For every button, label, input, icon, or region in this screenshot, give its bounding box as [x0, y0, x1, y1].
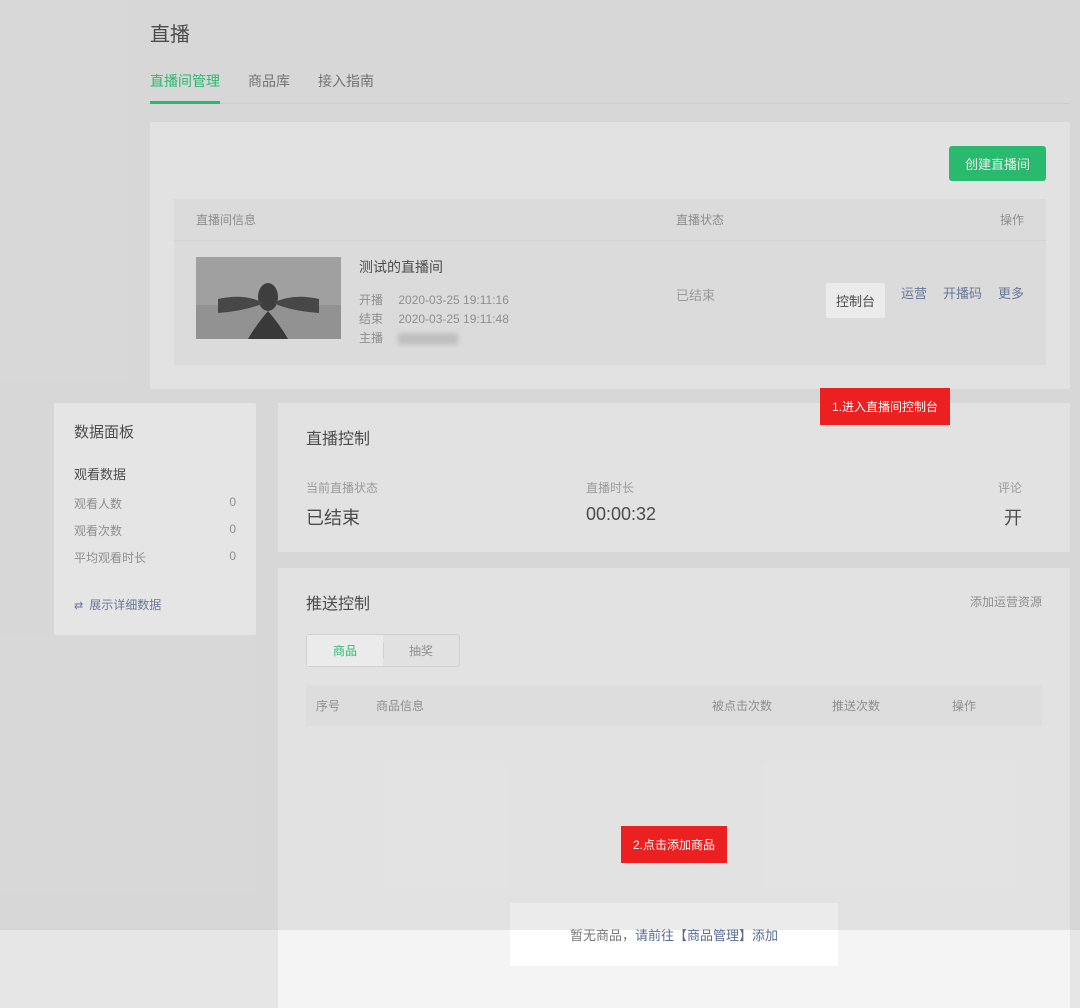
end-time: 2020-03-25 19:11:48	[398, 312, 509, 326]
gh-clicks: 被点击次数	[712, 697, 832, 714]
table-row: 测试的直播间 开播 2020-03-25 19:11:16 结束 2020-03…	[174, 240, 1046, 365]
live-room-card: 创建直播间 直播间信息 直播状态 操作	[150, 122, 1070, 389]
add-resource-link[interactable]: 添加运营资源	[970, 593, 1042, 610]
host-name-redacted	[398, 333, 458, 345]
tab-live-room-manage[interactable]: 直播间管理	[150, 71, 220, 103]
goods-table-header: 序号 商品信息 被点击次数 推送次数 操作	[306, 685, 1042, 726]
data-panel-subtitle: 观看数据	[74, 464, 236, 483]
room-status: 已结束	[676, 285, 824, 304]
gh-seq: 序号	[316, 697, 376, 714]
room-thumbnail	[196, 257, 341, 339]
seg-tab-lottery[interactable]: 抽奖	[383, 635, 459, 666]
dp-value: 0	[229, 549, 236, 566]
create-live-room-button[interactable]: 创建直播间	[949, 146, 1046, 181]
ctrl-value: 00:00:32	[586, 504, 866, 525]
header-info: 直播间信息	[196, 211, 676, 228]
room-table-header: 直播间信息 直播状态 操作	[174, 199, 1046, 240]
ctrl-label: 评论	[866, 479, 1022, 496]
ctrl-label: 当前直播状态	[306, 479, 586, 496]
ctrl-comment: 评论 开	[866, 479, 1022, 530]
segment-tabs: 商品 抽奖	[306, 634, 460, 667]
callout-1: 1.进入直播间控制台	[820, 388, 950, 425]
action-code[interactable]: 开播码	[943, 283, 982, 318]
tab-goods-library[interactable]: 商品库	[248, 71, 290, 103]
dp-label: 平均观看时长	[74, 549, 146, 566]
dp-row-viewers: 观看人数 0	[74, 495, 236, 512]
push-control-panel: 推送控制 添加运营资源 商品 抽奖 序号 商品信息 被点击次数 推送次数 操作	[278, 568, 1070, 1008]
ctrl-status: 当前直播状态 已结束	[306, 479, 586, 530]
ctrl-label: 直播时长	[586, 479, 866, 496]
data-panel: 数据面板 观看数据 观看人数 0 观看次数 0 平均观看时长 0 展示详细数据	[54, 403, 256, 635]
data-panel-title: 数据面板	[74, 421, 236, 442]
callout-2: 2.点击添加商品	[621, 826, 727, 863]
tabs-bar: 直播间管理 商品库 接入指南	[150, 71, 1070, 104]
dp-label: 观看次数	[74, 522, 122, 539]
gh-op: 操作	[952, 697, 1032, 714]
dp-value: 0	[229, 495, 236, 512]
tab-integration-guide[interactable]: 接入指南	[318, 71, 374, 103]
show-detail-link[interactable]: 展示详细数据	[74, 596, 236, 613]
host-label: 主播	[359, 329, 395, 348]
start-time: 2020-03-25 19:11:16	[398, 293, 509, 307]
header-status: 直播状态	[676, 211, 824, 228]
action-more[interactable]: 更多	[998, 283, 1024, 318]
end-label: 结束	[359, 310, 395, 329]
dp-row-avgtime: 平均观看时长 0	[74, 549, 236, 566]
page-title: 直播	[150, 18, 1070, 47]
empty-goods-box: 暂无商品，请前往【商品管理】添加	[510, 903, 838, 966]
room-table: 直播间信息 直播状态 操作	[174, 199, 1046, 365]
dp-row-views: 观看次数 0	[74, 522, 236, 539]
ctrl-value: 已结束	[306, 504, 586, 530]
ctrl-value: 开	[866, 504, 1022, 530]
push-control-title: 推送控制	[306, 590, 370, 614]
dp-value: 0	[229, 522, 236, 539]
seg-tab-goods[interactable]: 商品	[307, 635, 383, 666]
live-control-title: 直播控制	[306, 425, 1042, 449]
live-control-panel: 直播控制 当前直播状态 已结束 直播时长 00:00:32 评论 开	[278, 403, 1070, 552]
action-operate[interactable]: 运营	[901, 283, 927, 318]
header-action: 操作	[824, 211, 1024, 228]
room-name: 测试的直播间	[359, 257, 509, 277]
start-label: 开播	[359, 291, 395, 310]
ctrl-duration: 直播时长 00:00:32	[586, 479, 866, 530]
gh-info: 商品信息	[376, 697, 712, 714]
gh-pushes: 推送次数	[832, 697, 952, 714]
action-console[interactable]: 控制台	[826, 283, 885, 318]
dp-label: 观看人数	[74, 495, 122, 512]
